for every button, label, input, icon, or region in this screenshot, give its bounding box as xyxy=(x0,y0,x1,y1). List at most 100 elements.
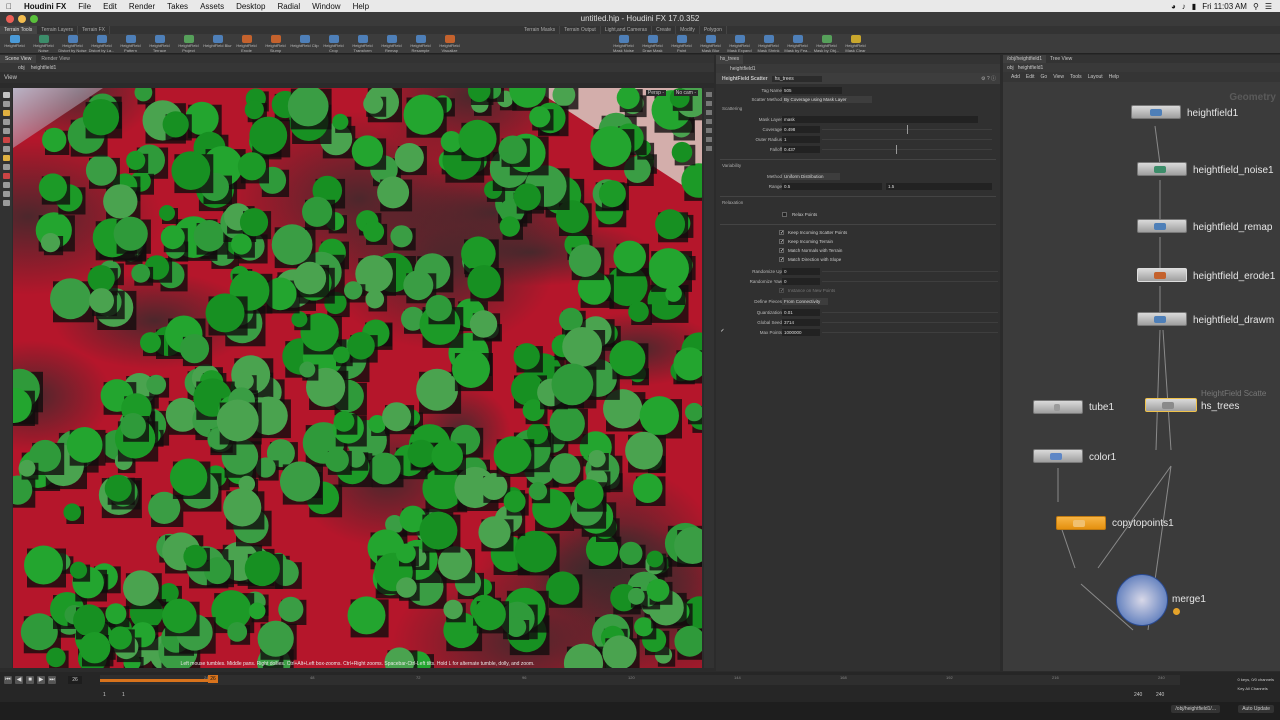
tab-scene-view[interactable]: Scene View xyxy=(0,55,37,63)
path-segment[interactable]: obj xyxy=(1007,65,1014,71)
net-menu-layout[interactable]: Layout xyxy=(1088,74,1103,80)
node-heightfield-erode[interactable] xyxy=(1137,268,1187,282)
start-frame[interactable]: 1 xyxy=(103,692,106,698)
quantization-slider[interactable] xyxy=(822,312,998,313)
shelf-tool[interactable]: HeightField xyxy=(0,34,29,53)
path-segment[interactable]: heightfield1 xyxy=(31,65,57,71)
match-normals-checkbox[interactable]: ✓ xyxy=(779,248,784,254)
randomize-up-slider[interactable] xyxy=(822,271,998,272)
camera-menu[interactable]: No cam - xyxy=(673,90,698,96)
start-frame-2[interactable]: 1 xyxy=(122,692,125,698)
path-segment[interactable]: obj xyxy=(18,65,25,71)
menu-desktop[interactable]: Desktop xyxy=(230,2,271,11)
tab-network[interactable]: /obj/heightfield1 xyxy=(1003,55,1047,63)
shelf-tool[interactable]: HeightField Transform xyxy=(348,34,377,53)
snap-tool-icon[interactable] xyxy=(2,164,10,170)
display-option-icon[interactable] xyxy=(706,128,712,133)
jump-start-icon[interactable]: ⏮ xyxy=(4,676,12,684)
global-seed-slider[interactable] xyxy=(822,322,998,323)
shelf-tool[interactable]: HeightField Erode xyxy=(232,34,261,53)
jump-end-icon[interactable]: ⏭ xyxy=(48,676,56,684)
shelf-tool[interactable]: HeightField Mask Shrink xyxy=(754,34,783,53)
current-frame-field[interactable]: 26 xyxy=(68,676,82,684)
view-tool-icon[interactable] xyxy=(2,146,10,152)
randomize-yaw-slider[interactable] xyxy=(822,281,998,282)
tag-name-field[interactable]: 505 xyxy=(782,87,842,94)
menu-window[interactable]: Window xyxy=(306,2,346,11)
define-pieces-menu[interactable]: From Connectivity xyxy=(782,298,828,305)
tab-parameters[interactable]: hs_trees xyxy=(716,55,744,64)
coverage-field[interactable]: 0.498 xyxy=(782,126,820,133)
shelf-tab[interactable]: Modify xyxy=(676,26,700,34)
falloff-field[interactable]: 0.437 xyxy=(782,146,820,153)
net-menu-edit[interactable]: Edit xyxy=(1026,74,1035,80)
menu-help[interactable]: Help xyxy=(347,2,375,11)
node-heightfield-remap[interactable] xyxy=(1137,219,1187,233)
battery-icon[interactable]: ▮ xyxy=(1192,2,1196,11)
shelf-tab[interactable]: Terrain Output xyxy=(560,26,601,34)
shelf-tool[interactable]: HeightField Draw Mask xyxy=(638,34,667,53)
section-relaxation[interactable]: Relaxation xyxy=(722,200,743,205)
coverage-slider[interactable] xyxy=(822,125,992,134)
tab-render-view[interactable]: Render View xyxy=(36,55,75,63)
randomize-up-field[interactable]: 0 xyxy=(782,268,820,275)
method-menu[interactable]: Uniform Distribution xyxy=(782,173,840,180)
time-slider[interactable]: 26 24 48 72 96 120 144 168 192 216 240 xyxy=(100,675,1180,685)
auto-update-menu[interactable]: Auto Update xyxy=(1238,705,1274,713)
net-menu-tools[interactable]: Tools xyxy=(1070,74,1082,80)
global-seed-field[interactable]: 3714 xyxy=(782,319,820,326)
shelf-tool[interactable]: HeightField Project xyxy=(174,34,203,53)
shelf-tool[interactable] xyxy=(522,34,551,53)
view-menu-label[interactable]: View xyxy=(4,75,17,81)
range-max-field[interactable]: 1.5 xyxy=(886,183,992,190)
randomize-yaw-field[interactable]: 0 xyxy=(782,278,820,285)
shelf-tool[interactable]: HeightField Visualize xyxy=(435,34,464,53)
display-option-icon[interactable] xyxy=(706,101,712,106)
shelf-tool[interactable]: HeightField Pattern xyxy=(116,34,145,53)
key-all-channels[interactable]: Key All Channels xyxy=(1238,684,1274,693)
menu-edit[interactable]: Edit xyxy=(97,2,123,11)
node-heightfield-noise[interactable] xyxy=(1137,162,1187,176)
outer-radius-field[interactable]: 1 xyxy=(782,136,820,143)
node-tube[interactable] xyxy=(1033,400,1083,414)
scale-tool-icon[interactable] xyxy=(2,128,10,134)
node-copytopoints[interactable] xyxy=(1056,516,1106,530)
shelf-tool[interactable]: HeightField Terrace xyxy=(145,34,174,53)
status-path[interactable]: /obj/heightfield1/... xyxy=(1171,705,1220,713)
shelf-tab[interactable]: Terrain Layers xyxy=(37,26,78,34)
shelf-tool[interactable]: HeightField Mask Clear xyxy=(841,34,870,53)
shelf-tool[interactable] xyxy=(580,34,609,53)
max-points-slider[interactable] xyxy=(822,332,998,333)
shelf-tool[interactable]: HeightField Clip xyxy=(290,34,319,53)
node-heightfield-drawmask[interactable] xyxy=(1137,312,1187,326)
shelf-tool[interactable]: HeightField Mask by Fea... xyxy=(783,34,812,53)
camera-tool-icon[interactable] xyxy=(2,200,10,206)
warning-icon[interactable] xyxy=(1173,608,1180,615)
shelf-tool[interactable]: HeightField Mask Expand xyxy=(725,34,754,53)
shelf-tool[interactable]: HeightField Slump xyxy=(261,34,290,53)
play-icon[interactable]: ▶ xyxy=(37,676,45,684)
shelf-tab[interactable]: Terrain FX xyxy=(78,26,111,34)
shelf-tool[interactable]: HeightField Mask Blur xyxy=(696,34,725,53)
display-option-icon[interactable] xyxy=(706,119,712,124)
shelf-tool[interactable]: HeightField Resample xyxy=(406,34,435,53)
apple-icon[interactable]:  xyxy=(0,2,18,11)
path-segment[interactable]: heightfield1 xyxy=(1018,65,1044,71)
slider-handle[interactable] xyxy=(907,125,908,134)
menu-list-icon[interactable]: ☰ xyxy=(1265,2,1272,11)
clock[interactable]: Fri 11:03 AM xyxy=(1202,2,1247,11)
net-menu-help[interactable]: Help xyxy=(1109,74,1119,80)
shelf-tab[interactable]: Terrain Tools xyxy=(0,26,38,34)
step-back-icon[interactable]: ◀ xyxy=(15,676,23,684)
menu-render[interactable]: Render xyxy=(123,2,161,11)
node-color[interactable] xyxy=(1033,449,1083,463)
shelf-tool[interactable] xyxy=(493,34,522,53)
wifi-icon[interactable]: ◕ xyxy=(1171,2,1176,11)
keep-terrain-checkbox[interactable]: ✓ xyxy=(779,239,784,245)
shelf-tab[interactable]: Polygon xyxy=(700,26,727,34)
menu-assets[interactable]: Assets xyxy=(194,2,230,11)
end-frame[interactable]: 240 xyxy=(1134,692,1142,698)
shelf-tool[interactable]: HeightField Distort by Noise xyxy=(58,34,87,53)
pose-tool-icon[interactable] xyxy=(2,137,10,143)
end-frame-2[interactable]: 240 xyxy=(1156,692,1164,698)
